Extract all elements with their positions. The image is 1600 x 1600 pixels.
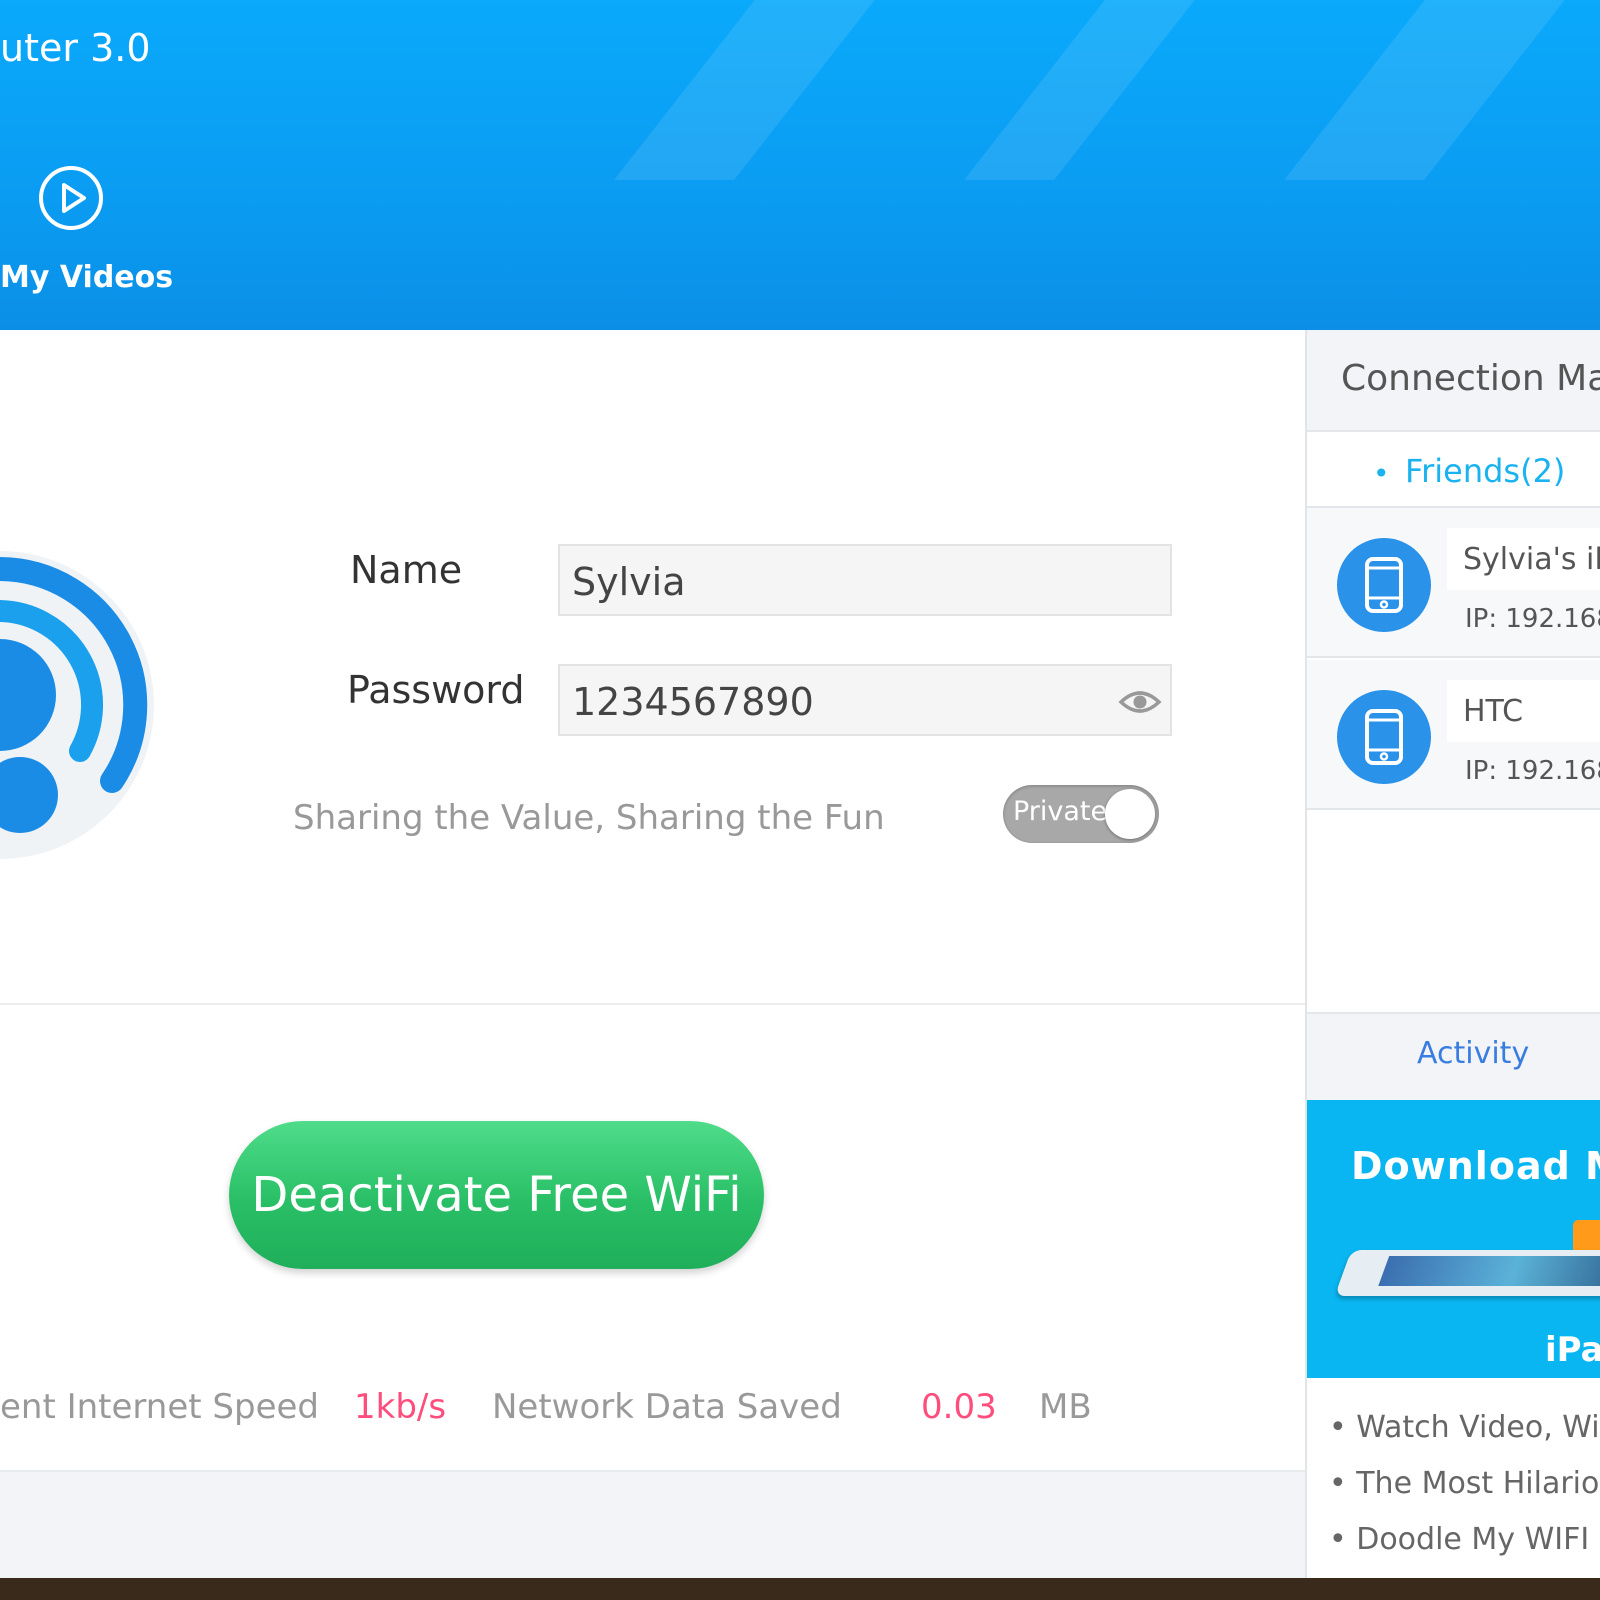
banner-subtitle: iPa — [1545, 1330, 1600, 1370]
device-ip: IP: 192.168. — [1465, 604, 1600, 634]
password-field-box — [558, 664, 1172, 736]
play-circle-icon — [39, 166, 103, 230]
private-toggle-label: Private — [1013, 796, 1108, 827]
tablet-image — [1334, 1250, 1600, 1296]
phone-icon — [1337, 690, 1431, 784]
panel-header: Connection Ma — [1307, 330, 1600, 432]
activity-bar: Activity — [1307, 1012, 1600, 1100]
device-name: HTC — [1463, 694, 1524, 729]
app-header: uter 3.0 My Videos — [0, 0, 1600, 330]
device-name-box: Sylvia's iP — [1447, 528, 1600, 590]
news-item[interactable]: • The Most Hilariou — [1329, 1466, 1600, 1501]
phone-icon — [1337, 538, 1431, 632]
section-divider — [0, 1003, 1305, 1005]
news-item[interactable]: • Watch Video, Wir — [1329, 1410, 1600, 1445]
deactivate-wifi-button[interactable]: Deactivate Free WiFi — [229, 1121, 764, 1269]
device-name-box: HTC — [1447, 680, 1600, 742]
name-label: Name — [350, 548, 463, 592]
tab-activity[interactable]: Activity — [1417, 1036, 1529, 1071]
data-saved-unit: MB — [1039, 1387, 1092, 1427]
nav-my-videos[interactable]: My Videos — [0, 160, 173, 300]
password-field[interactable] — [570, 674, 1114, 730]
device-name: Sylvia's iP — [1463, 542, 1600, 577]
device-ip: IP: 192.168. — [1465, 756, 1600, 786]
name-field[interactable] — [570, 554, 1114, 610]
header-decoration — [1284, 0, 1596, 180]
connection-panel: Connection Ma • Friends(2) Sylvia's iP I… — [1305, 330, 1600, 1578]
internet-speed-label: ent Internet Speed — [0, 1387, 319, 1427]
slogan-text: Sharing the Value, Sharing the Fun — [293, 798, 885, 838]
footer-bar — [0, 1470, 1305, 1578]
device-item[interactable]: HTC IP: 192.168. — [1307, 660, 1600, 810]
nav-my-videos-label: My Videos — [0, 260, 174, 295]
name-field-box — [558, 544, 1172, 616]
internet-speed-value: 1kb/s — [354, 1387, 447, 1427]
app-window: uter 3.0 My Videos Name Password — [0, 0, 1600, 1578]
header-decoration — [614, 0, 906, 180]
app-title: uter 3.0 — [0, 26, 151, 70]
private-toggle[interactable]: Private — [1003, 785, 1159, 843]
wifi-person-icon — [0, 551, 154, 859]
panel-title: Connection Ma — [1341, 358, 1600, 399]
header-decoration — [964, 0, 1226, 180]
data-saved-value: 0.03 — [921, 1387, 997, 1427]
eye-icon[interactable] — [1118, 682, 1162, 722]
tab-friends-label: Friends(2) — [1405, 452, 1566, 490]
tab-friends[interactable]: • Friends(2) — [1307, 432, 1600, 508]
device-item[interactable]: Sylvia's iP IP: 192.168. — [1307, 508, 1600, 658]
news-item[interactable]: • Doodle My WIFI — [1329, 1522, 1589, 1557]
main-panel: Name Password Sharing the Value, Sharing… — [0, 330, 1305, 1578]
promo-banner[interactable]: Download M iPa — [1307, 1100, 1600, 1378]
password-label: Password — [347, 668, 525, 712]
data-saved-label: Network Data Saved — [492, 1387, 842, 1427]
toggle-knob — [1105, 789, 1155, 839]
bullet-icon: • — [1373, 457, 1390, 490]
banner-title: Download M — [1351, 1144, 1600, 1188]
